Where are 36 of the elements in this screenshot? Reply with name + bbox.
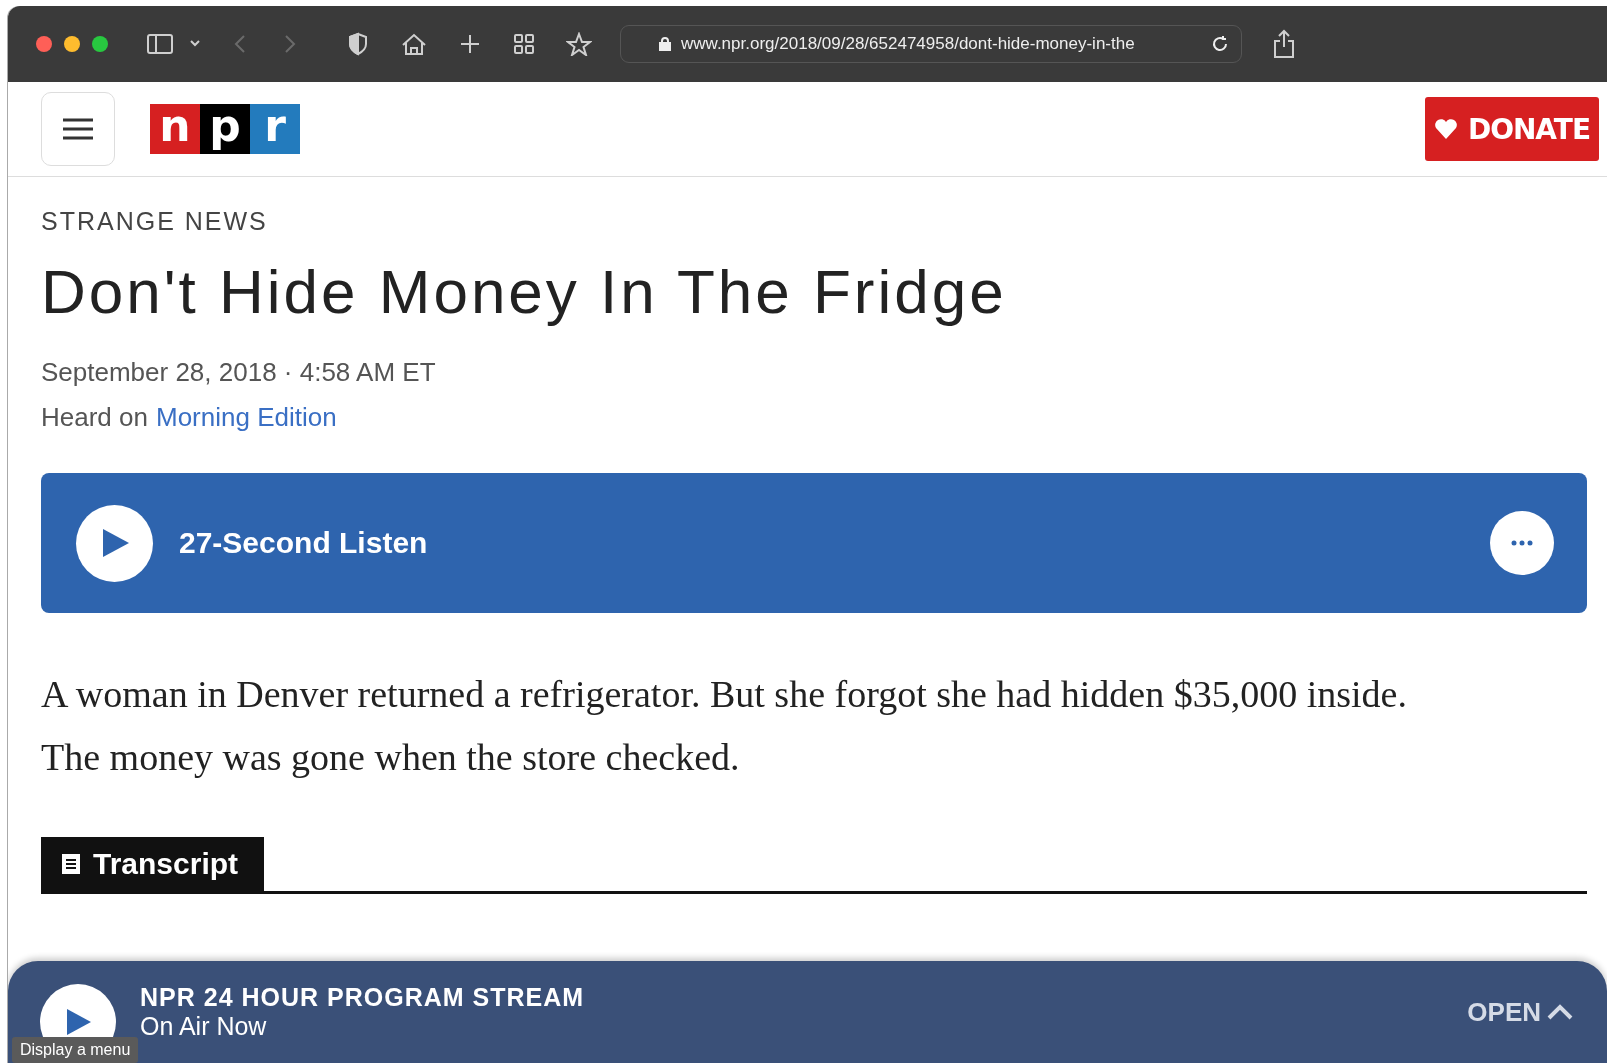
heard-on-label: Heard on (41, 402, 148, 433)
audio-title: 27-Second Listen (179, 526, 428, 560)
article-title: Don't Hide Money In The Fridge (41, 256, 1008, 327)
heart-icon (1433, 118, 1458, 140)
stream-subtitle: On Air Now (140, 1012, 268, 1041)
close-button[interactable] (36, 36, 52, 52)
home-icon[interactable] (400, 32, 428, 56)
play-icon (65, 1007, 93, 1037)
document-icon (61, 853, 81, 875)
stream-title: NPR 24 HOUR PROGRAM STREAM (140, 983, 585, 1012)
article-summary: A woman in Denver returned a refrigerator. But she forgot she had hidden $35,000 inside. The money was gone when the store checked. (41, 672, 1408, 780)
article-date: September 28, 2018 · 4:58 AM ET (41, 357, 437, 388)
menu-button[interactable] (41, 92, 115, 166)
transcript-tab[interactable]: Transcript (41, 837, 265, 891)
grid-icon[interactable] (512, 32, 536, 56)
maximize-button[interactable] (92, 36, 108, 52)
more-icon (1510, 540, 1534, 546)
donate-button[interactable]: DONATE (1425, 97, 1599, 161)
sidebar-icon[interactable] (146, 32, 174, 56)
url-text: www.npr.org/2018/09/28/652474958/dont-hide-money-in-the (681, 34, 1136, 54)
play-icon (100, 527, 131, 559)
logo[interactable]: n p r (150, 104, 300, 154)
lock-icon (659, 37, 671, 51)
minimize-button[interactable] (64, 36, 80, 52)
address-bar[interactable]: www.npr.org/2018/09/28/652474958/dont-hide-money-in-the (620, 25, 1242, 63)
open-button[interactable]: OPEN (1461, 995, 1579, 1029)
plus-icon[interactable] (458, 32, 482, 56)
chevron-up-icon (1547, 1004, 1573, 1020)
reload-icon[interactable] (1211, 35, 1229, 53)
category-label[interactable]: STRANGE NEWS (41, 207, 1587, 236)
share-icon[interactable] (1272, 29, 1296, 59)
program-link[interactable]: Morning Edition (155, 402, 337, 433)
menu-icon (62, 116, 94, 142)
star-icon[interactable] (566, 32, 592, 56)
shield-icon[interactable] (346, 32, 370, 56)
tooltip: Display a menu (12, 1037, 139, 1063)
